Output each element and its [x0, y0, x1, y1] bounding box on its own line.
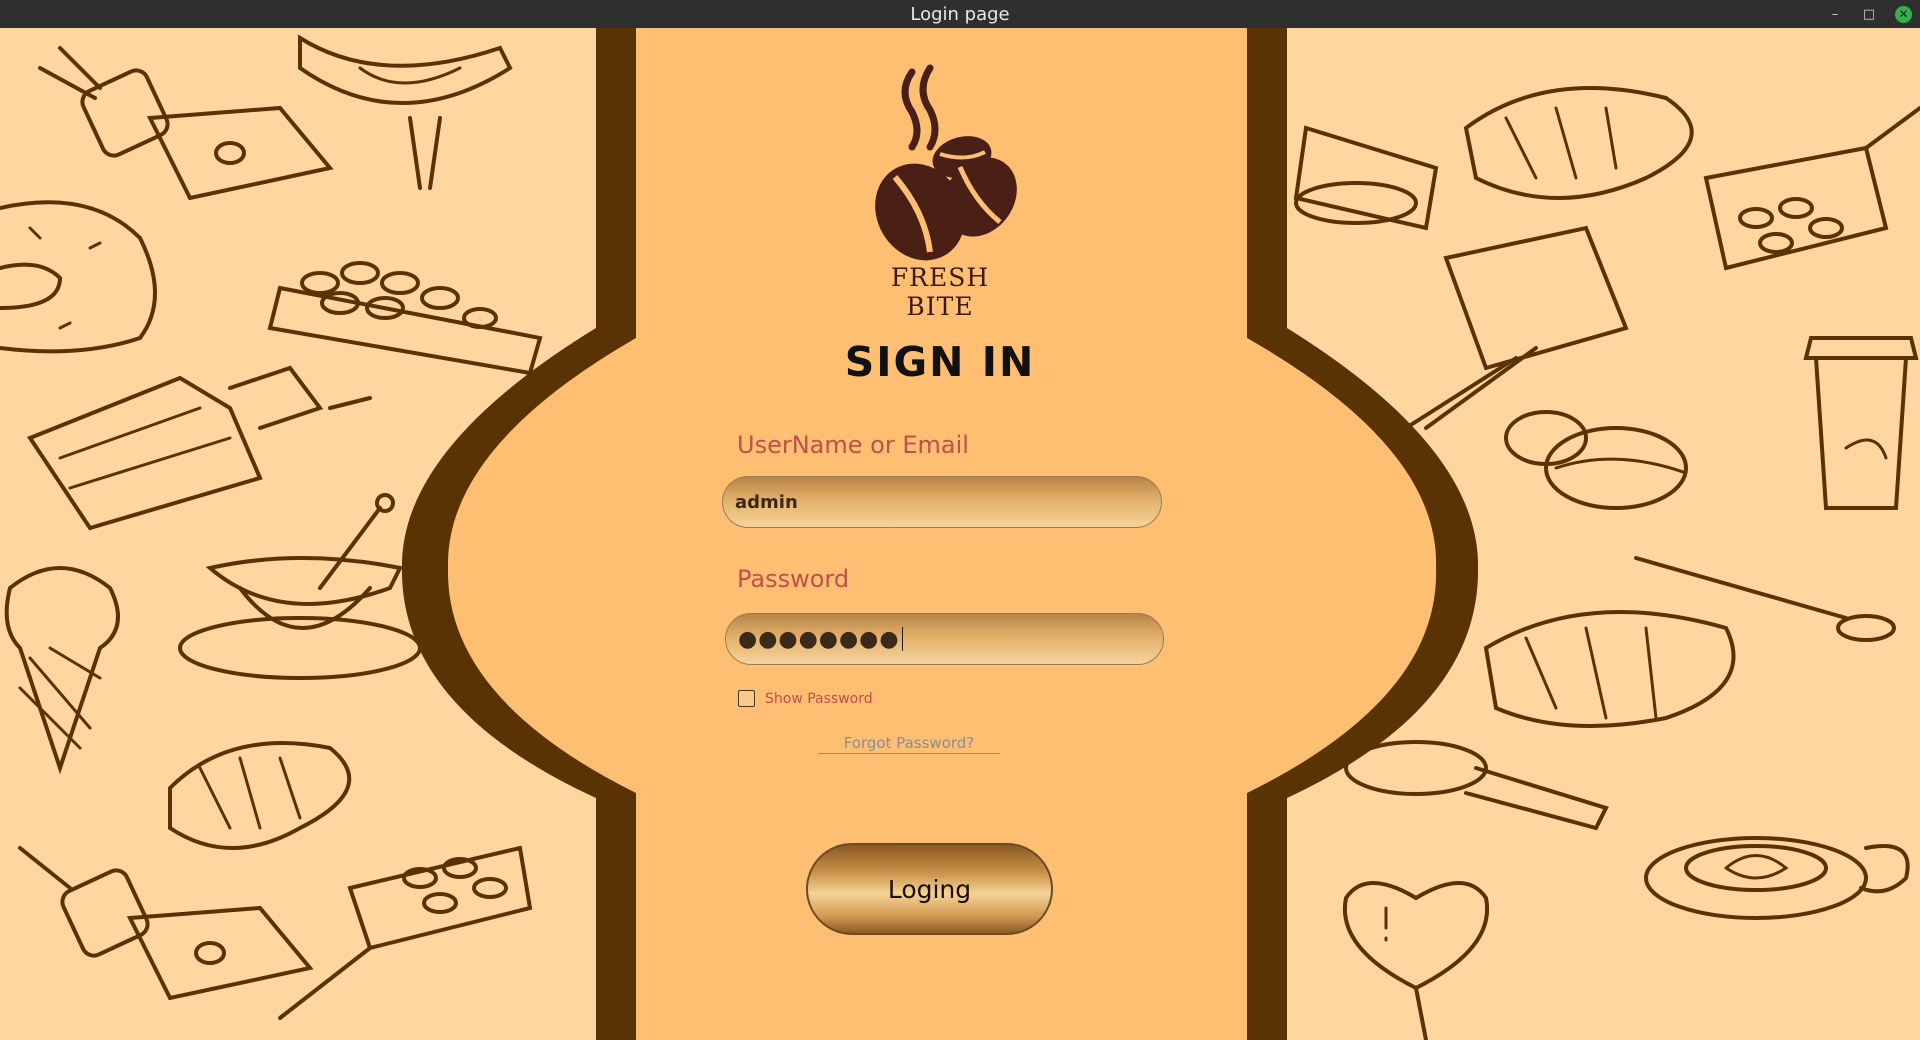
window-title: Login page: [910, 3, 1010, 25]
username-input[interactable]: admin: [722, 476, 1162, 528]
brand-name: FRESH BITE: [890, 263, 990, 321]
forgot-password-link[interactable]: Forgot Password?: [818, 734, 1000, 754]
minimize-icon[interactable]: –: [1827, 6, 1843, 22]
coffee-beans-steam-icon: [850, 62, 1030, 292]
close-icon[interactable]: ✕: [1895, 5, 1912, 23]
page-title: SIGN IN: [844, 338, 1036, 386]
window-controls: – □ ✕: [1827, 0, 1912, 28]
login-button[interactable]: Loging: [806, 843, 1053, 935]
username-value: admin: [735, 491, 798, 513]
password-value: ●●●●●●●●: [738, 626, 900, 652]
show-password-checkbox[interactable]: [738, 690, 755, 707]
username-label: UserName or Email: [737, 431, 969, 459]
text-caret: [901, 627, 903, 651]
window-titlebar: Login page – □ ✕: [0, 0, 1920, 28]
password-input[interactable]: ●●●●●●●●: [725, 613, 1164, 665]
show-password-toggle[interactable]: Show Password: [738, 690, 873, 707]
maximize-icon[interactable]: □: [1861, 6, 1877, 22]
show-password-label: Show Password: [765, 690, 873, 707]
password-label: Password: [737, 565, 850, 593]
